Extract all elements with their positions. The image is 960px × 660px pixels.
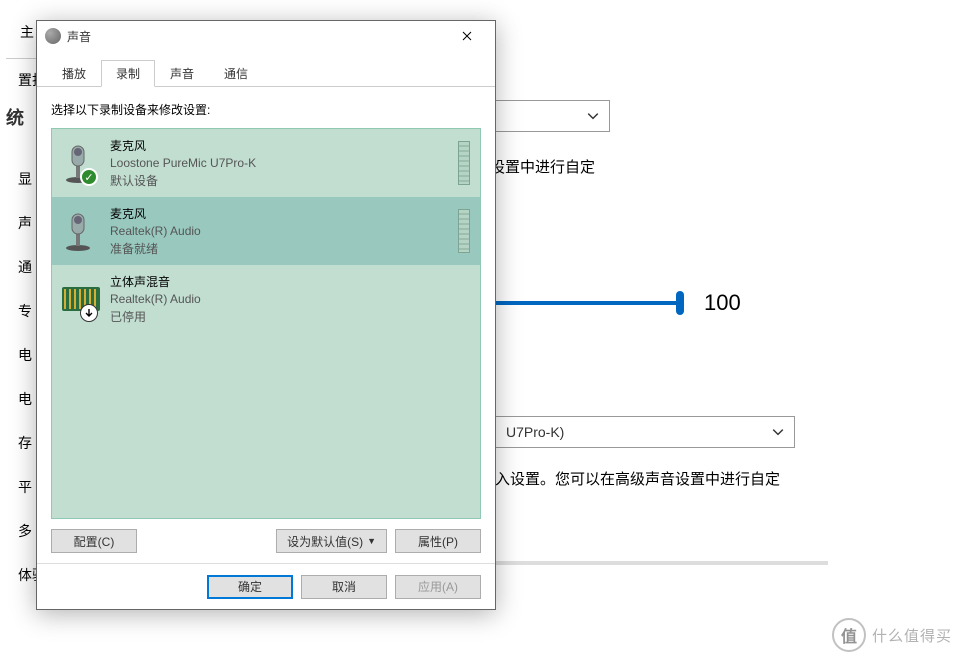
chevron-down-icon: ▼ <box>367 536 376 546</box>
set-default-label: 设为默认值(S) <box>287 533 363 550</box>
sidebar-item[interactable]: 电 <box>0 333 40 377</box>
sidebar-item[interactable]: 声 <box>0 201 40 245</box>
sidebar-item[interactable]: 存 <box>0 421 40 465</box>
ok-button[interactable]: 确定 <box>207 575 293 599</box>
tab-communications[interactable]: 通信 <box>209 60 263 87</box>
set-default-button[interactable]: 设为默认值(S) ▼ <box>276 529 387 553</box>
dialog-body: 选择以下录制设备来修改设置: ✓ 麦克风 Loostone PureMic U7… <box>37 87 495 563</box>
level-meter <box>458 209 470 253</box>
input-note: 入设置。您可以在高级声音设置中进行自定 <box>495 468 960 492</box>
watermark-text: 什么值得买 <box>872 625 952 646</box>
sidebar-item[interactable]: 多 <box>0 509 40 553</box>
cancel-button[interactable]: 取消 <box>301 575 387 599</box>
device-texts: 立体声混音 Realtek(R) Audio 已停用 <box>110 273 470 325</box>
default-badge-icon: ✓ <box>80 168 98 186</box>
tabstrip: 播放 录制 声音 通信 <box>37 51 495 87</box>
level-meter <box>458 141 470 185</box>
device-item[interactable]: 麦克风 Realtek(R) Audio 准备就绪 <box>52 197 480 265</box>
close-icon <box>462 31 472 41</box>
sidebar-item[interactable]: 电 <box>0 377 40 421</box>
apply-button[interactable]: 应用(A) <box>395 575 481 599</box>
device-status: 默认设备 <box>110 172 448 189</box>
sidebar-item[interactable]: 平 <box>0 465 40 509</box>
input-device-dropdown[interactable]: U7Pro-K) <box>495 416 795 448</box>
watermark: 值 什么值得买 <box>832 618 952 652</box>
tab-recording[interactable]: 录制 <box>101 60 155 87</box>
sidebar-item[interactable]: 通 <box>0 245 40 289</box>
settings-sidebar: 主 置找 统 显 声 通 专 电 电 存 平 多 体验共享 <box>0 0 40 660</box>
arrow-down-badge-icon <box>80 304 98 322</box>
divider <box>6 58 36 59</box>
input-device-text: U7Pro-K) <box>506 424 564 440</box>
device-name: 立体声混音 <box>110 273 470 290</box>
watermark-logo-icon: 值 <box>832 618 866 652</box>
search-fragment[interactable]: 置找 <box>0 63 40 97</box>
recording-device-list[interactable]: ✓ 麦克风 Loostone PureMic U7Pro-K 默认设备 <box>51 128 481 519</box>
sidebar-item[interactable]: 专 <box>0 289 40 333</box>
stereo-mix-icon <box>62 278 100 320</box>
device-description: Realtek(R) Audio <box>110 224 448 238</box>
volume-value: 100 <box>704 290 741 316</box>
close-button[interactable] <box>447 21 487 51</box>
device-name: 麦克风 <box>110 205 448 222</box>
microphone-icon <box>62 210 100 252</box>
device-status: 已停用 <box>110 308 470 325</box>
device-description: Loostone PureMic U7Pro-K <box>110 156 448 170</box>
properties-button[interactable]: 属性(P) <box>395 529 481 553</box>
sidebar-section-title: 统 <box>0 97 40 137</box>
sound-dialog: 声音 播放 录制 声音 通信 选择以下录制设备来修改设置: ✓ <box>36 20 496 610</box>
dialog-footer: 确定 取消 应用(A) <box>37 563 495 609</box>
chevron-down-icon <box>587 110 599 122</box>
sidebar-item[interactable]: 显 <box>0 157 40 201</box>
device-description: Realtek(R) Audio <box>110 292 470 306</box>
tab-playback[interactable]: 播放 <box>47 60 101 87</box>
device-name: 麦克风 <box>110 137 448 154</box>
chevron-down-icon <box>772 426 784 438</box>
sidebar-item[interactable]: 主 <box>0 10 40 54</box>
tab-sounds[interactable]: 声音 <box>155 60 209 87</box>
device-item[interactable]: ✓ 麦克风 Loostone PureMic U7Pro-K 默认设备 <box>52 129 480 197</box>
device-texts: 麦克风 Realtek(R) Audio 准备就绪 <box>110 205 448 257</box>
device-action-row: 配置(C) 设为默认值(S) ▼ 属性(P) <box>51 529 481 553</box>
configure-button[interactable]: 配置(C) <box>51 529 137 553</box>
sidebar-item-share[interactable]: 体验共享 <box>0 553 40 597</box>
slider-thumb[interactable] <box>676 291 684 315</box>
titlebar[interactable]: 声音 <box>37 21 495 51</box>
sound-dialog-icon <box>45 28 61 44</box>
instruction-text: 选择以下录制设备来修改设置: <box>51 101 481 118</box>
microphone-icon: ✓ <box>62 142 100 184</box>
dialog-title: 声音 <box>67 28 447 45</box>
device-status: 准备就绪 <box>110 240 448 257</box>
device-texts: 麦克风 Loostone PureMic U7Pro-K 默认设备 <box>110 137 448 189</box>
device-item[interactable]: 立体声混音 Realtek(R) Audio 已停用 <box>52 265 480 333</box>
